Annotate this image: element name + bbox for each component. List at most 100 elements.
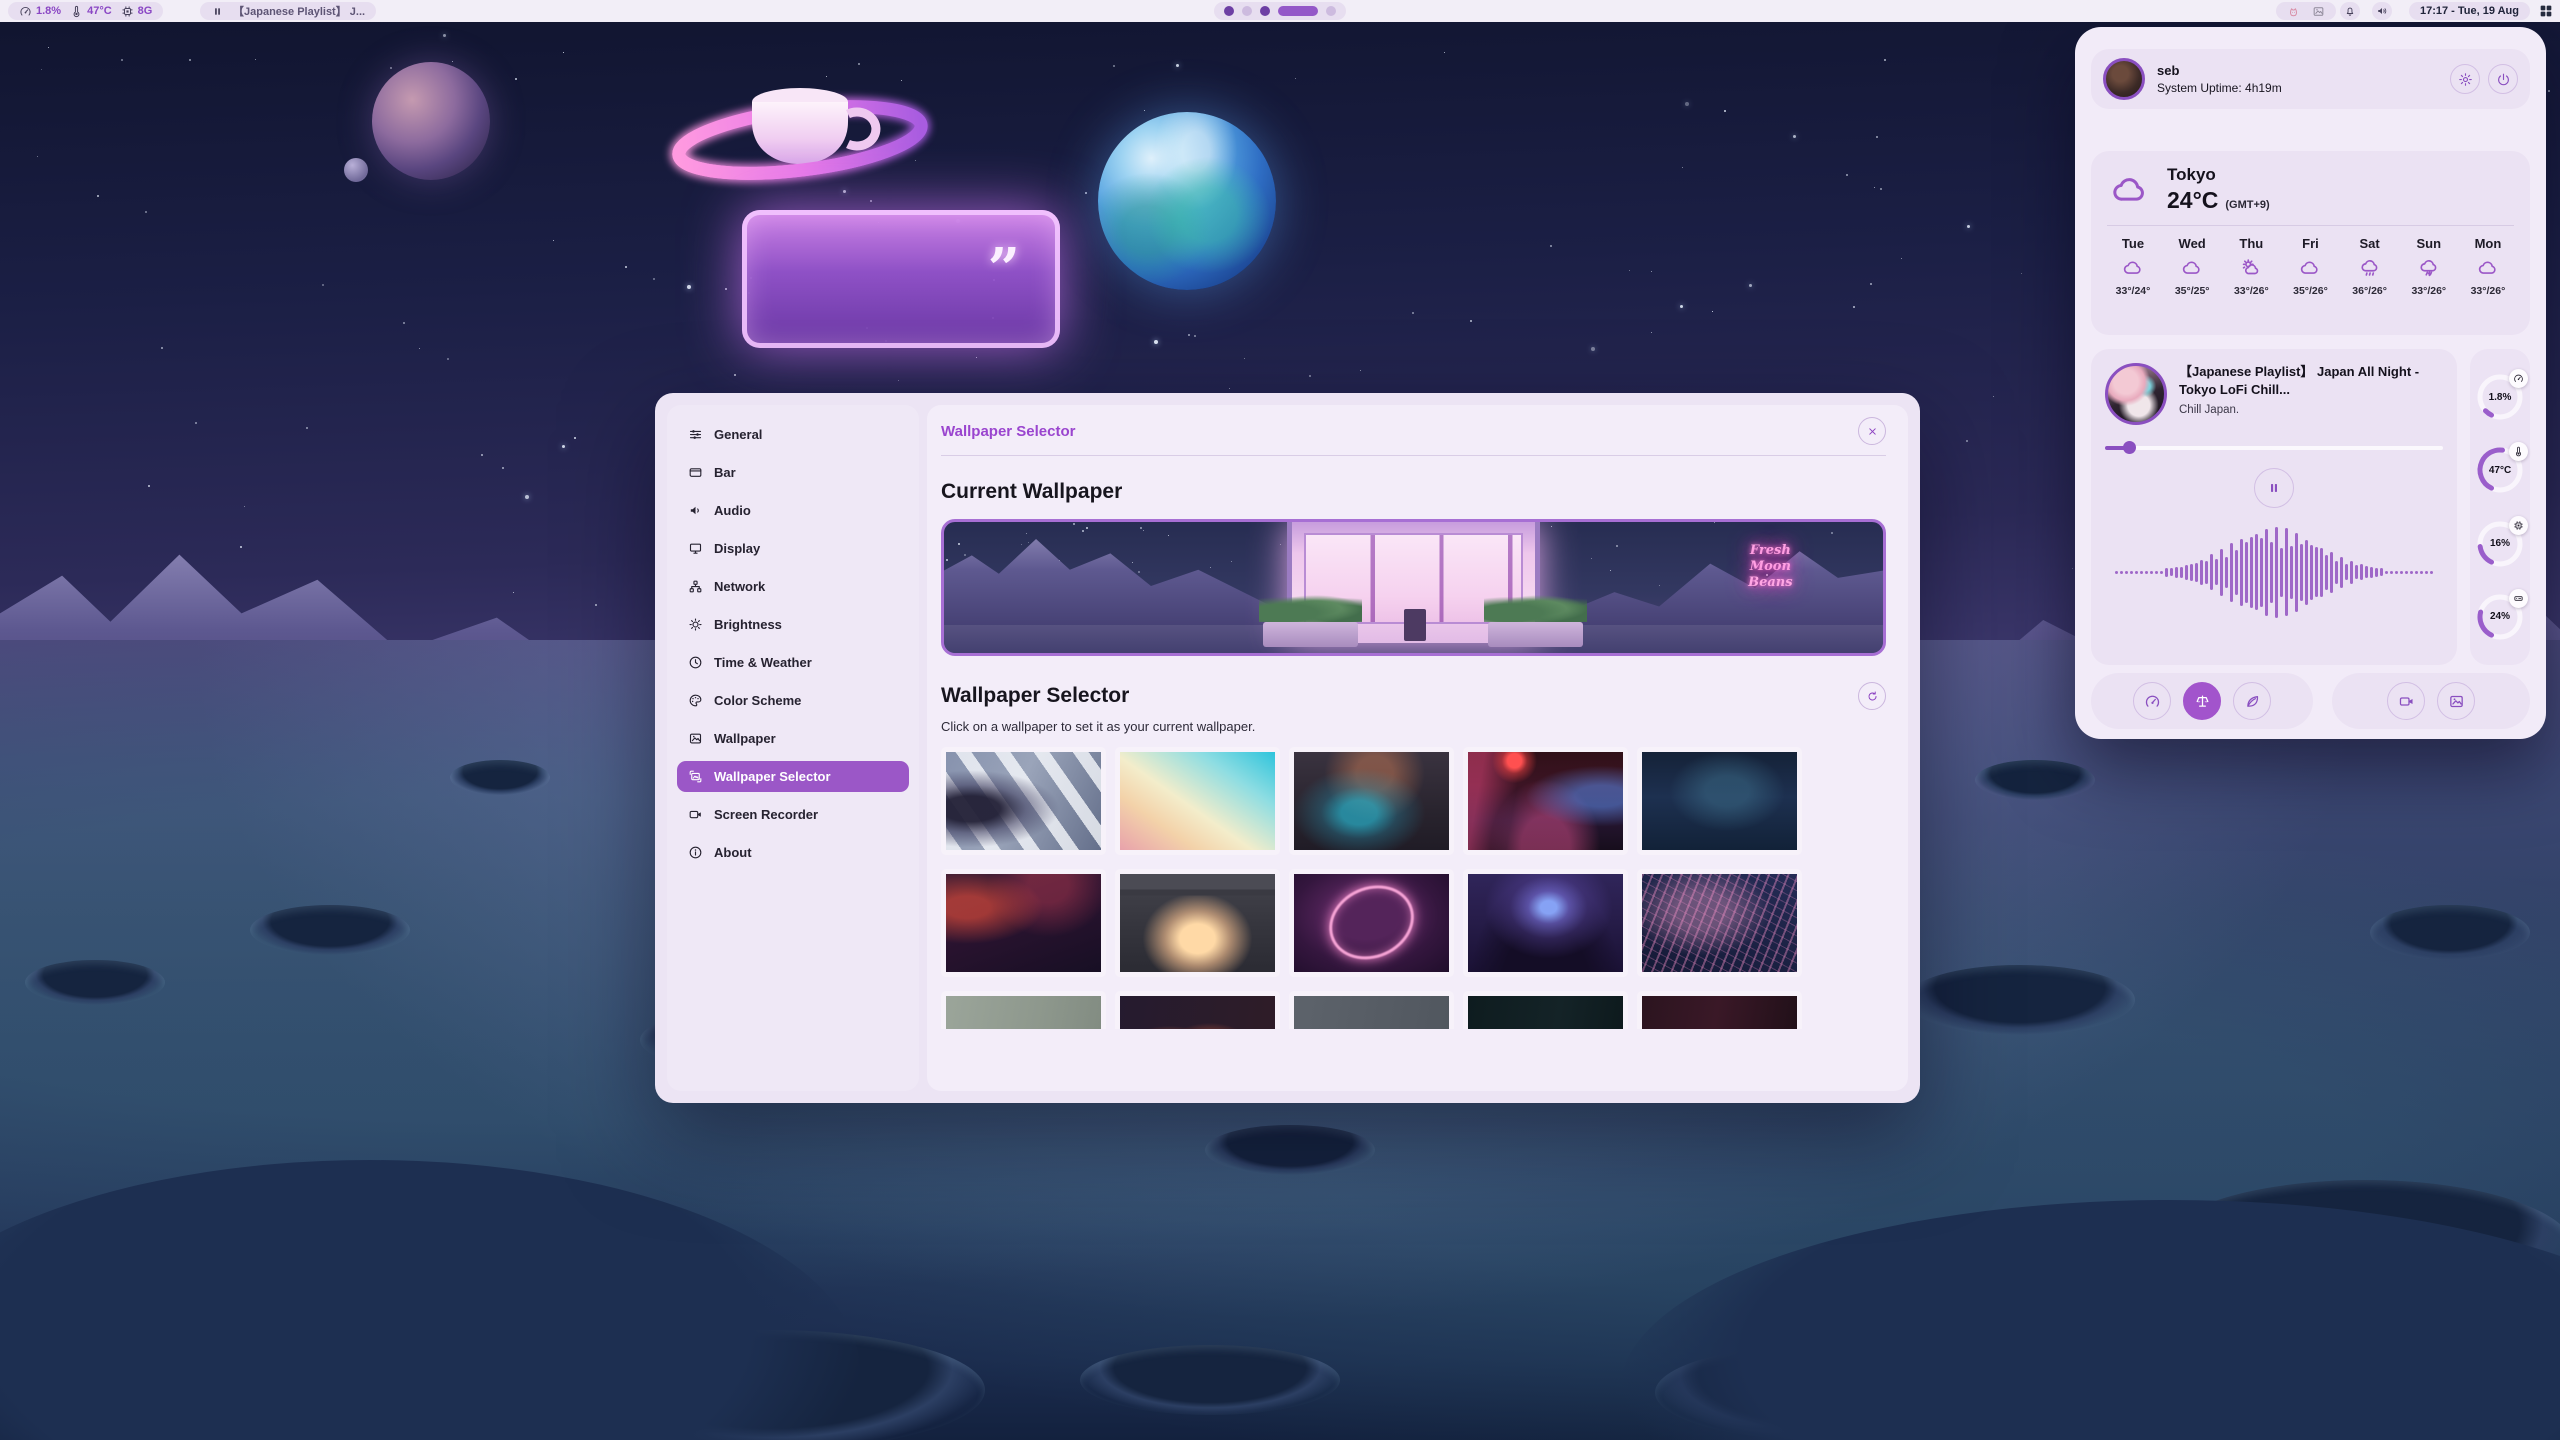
- waveform-bar: [2140, 571, 2143, 574]
- workspace-indicator[interactable]: [1214, 2, 1346, 20]
- star: [1412, 312, 1414, 314]
- waveform-bar: [2240, 539, 2243, 606]
- star: [1880, 188, 1882, 190]
- system-stats-pill[interactable]: 1.8% 47°C 8G: [8, 2, 163, 20]
- workspace-dot-1[interactable]: [1224, 6, 1234, 16]
- star: [653, 278, 655, 280]
- volume-button[interactable]: [2372, 2, 2392, 20]
- star: [1616, 545, 1618, 547]
- notifications-button[interactable]: [2340, 2, 2360, 20]
- side-panel: seb System Uptime: 4h19m Tokyo 24°C (GMT…: [2075, 27, 2546, 739]
- star: [502, 467, 504, 469]
- star: [1874, 187, 1875, 188]
- wallpaper-thumb-grey-minimal[interactable]: [1289, 991, 1454, 1029]
- power-profile-performance-button[interactable]: [2133, 682, 2171, 720]
- workspace-dot-4[interactable]: [1278, 6, 1318, 16]
- image-tray-icon[interactable]: [2312, 5, 2325, 18]
- power-profile-power-saver-button[interactable]: [2233, 682, 2271, 720]
- play-pause-button[interactable]: [2254, 468, 2294, 508]
- image-icon: [688, 731, 703, 746]
- media-pill-label: 【Japanese Playlist】 J...: [233, 3, 365, 19]
- wallpaper-thumb-red-cliff-figure[interactable]: [941, 869, 1106, 977]
- video-icon: [2398, 693, 2415, 710]
- scales-icon: [2194, 693, 2211, 710]
- user-card: seb System Uptime: 4h19m: [2091, 49, 2530, 109]
- wallpaper-thumb-lofi-coffee-shop[interactable]: [1115, 869, 1280, 977]
- sidebar-item-display[interactable]: Display: [677, 533, 909, 564]
- sidebar-item-wallpaper[interactable]: Wallpaper: [677, 723, 909, 754]
- wallpaper-thumb-dark-maroon[interactable]: [1637, 991, 1802, 1029]
- screen-record-button[interactable]: [2387, 682, 2425, 720]
- waveform-bar: [2390, 571, 2393, 574]
- wallpaper-button[interactable]: [2437, 682, 2475, 720]
- settings-button[interactable]: [2450, 64, 2480, 94]
- sidebar-item-label: Time & Weather: [714, 655, 812, 670]
- refresh-button[interactable]: [1858, 682, 1886, 710]
- star: [958, 543, 960, 545]
- star: [1143, 530, 1144, 531]
- wallpaper-thumb-dark-teal[interactable]: [1463, 991, 1628, 1029]
- star: [1610, 570, 1611, 571]
- media-pill[interactable]: 【Japanese Playlist】 J...: [200, 2, 376, 20]
- cat-tray-icon[interactable]: [2287, 5, 2300, 18]
- workspace-dot-5[interactable]: [1326, 6, 1336, 16]
- close-button[interactable]: [1858, 417, 1886, 445]
- close-icon: [1866, 425, 1879, 438]
- workspace-dot-3[interactable]: [1260, 6, 1270, 16]
- star: [306, 427, 308, 429]
- star: [1176, 64, 1179, 67]
- forecast-day-label: Thu: [2239, 236, 2263, 251]
- workspace-dot-2[interactable]: [1242, 6, 1252, 16]
- forecast-day-label: Tue: [2122, 236, 2144, 251]
- sidebar-item-time-weather[interactable]: Time & Weather: [677, 647, 909, 678]
- wallpaper-thumb-sage-field[interactable]: [941, 991, 1106, 1029]
- track-artist: Chill Japan.: [2179, 404, 2443, 416]
- wallpaper-thumb-dark-forest[interactable]: [1637, 747, 1802, 855]
- sidebar-item-screen-recorder[interactable]: Screen Recorder: [677, 799, 909, 830]
- wallpaper-thumb-black-hole-ring[interactable]: [1289, 869, 1454, 977]
- seek-slider[interactable]: [2105, 441, 2443, 454]
- power-profile-balanced-button[interactable]: [2183, 682, 2221, 720]
- star: [1629, 270, 1630, 271]
- weather-timezone: (GMT+9): [2225, 199, 2269, 211]
- star: [1550, 245, 1552, 247]
- earth-planet: [1098, 112, 1276, 290]
- settings-content: Wallpaper Selector Current Wallpaper Fre…: [927, 405, 1908, 1091]
- system-tray[interactable]: [2276, 2, 2336, 20]
- wallpaper-thumb-nebula-forest[interactable]: [1463, 869, 1628, 977]
- dashboard-icon[interactable]: [2538, 3, 2554, 19]
- sidebar-item-network[interactable]: Network: [677, 571, 909, 602]
- star: [1194, 335, 1196, 337]
- waveform-bar: [2385, 571, 2388, 574]
- clock-pill[interactable]: 17:17 - Tue, 19 Aug: [2409, 2, 2530, 20]
- sidebar-item-wallpaper-selector[interactable]: Wallpaper Selector: [677, 761, 909, 792]
- cloud-icon: [2180, 257, 2204, 279]
- cloud-icon: [2107, 170, 2153, 210]
- sidebar-item-about[interactable]: About: [677, 837, 909, 868]
- wallpaper-thumb-autumn-dark[interactable]: [1115, 991, 1280, 1029]
- wallpaper-thumb-anime-crosswalk[interactable]: [941, 747, 1106, 855]
- sidebar-item-bar[interactable]: Bar: [677, 457, 909, 488]
- wallpaper-thumb-cyberpunk-arcade[interactable]: [1463, 747, 1628, 855]
- waveform-bar: [2255, 534, 2258, 610]
- star: [1360, 370, 1361, 371]
- sidebar-item-brightness[interactable]: Brightness: [677, 609, 909, 640]
- crater: [250, 905, 410, 955]
- power-button[interactable]: [2488, 64, 2518, 94]
- seek-knob[interactable]: [2123, 441, 2136, 454]
- network-icon: [688, 579, 703, 594]
- star: [1086, 527, 1088, 529]
- current-wallpaper-preview[interactable]: FreshMoonBeans: [941, 519, 1886, 656]
- star: [1026, 533, 1027, 534]
- monitor-icon: [688, 541, 703, 556]
- wallpaper-thumb-blur-abstract[interactable]: [1289, 747, 1454, 855]
- sidebar-item-audio[interactable]: Audio: [677, 495, 909, 526]
- wallpaper-thumb-pastel-gradient[interactable]: [1115, 747, 1280, 855]
- weather-temp: 24°C: [2167, 187, 2218, 214]
- disk-icon: [2509, 589, 2528, 608]
- gauge-icon: [2144, 693, 2161, 710]
- wallpaper-thumb-wire-mesh-wave[interactable]: [1637, 869, 1802, 977]
- sidebar-item-general[interactable]: General: [677, 419, 909, 450]
- temp-stat: 47°C: [70, 5, 112, 18]
- sidebar-item-color-scheme[interactable]: Color Scheme: [677, 685, 909, 716]
